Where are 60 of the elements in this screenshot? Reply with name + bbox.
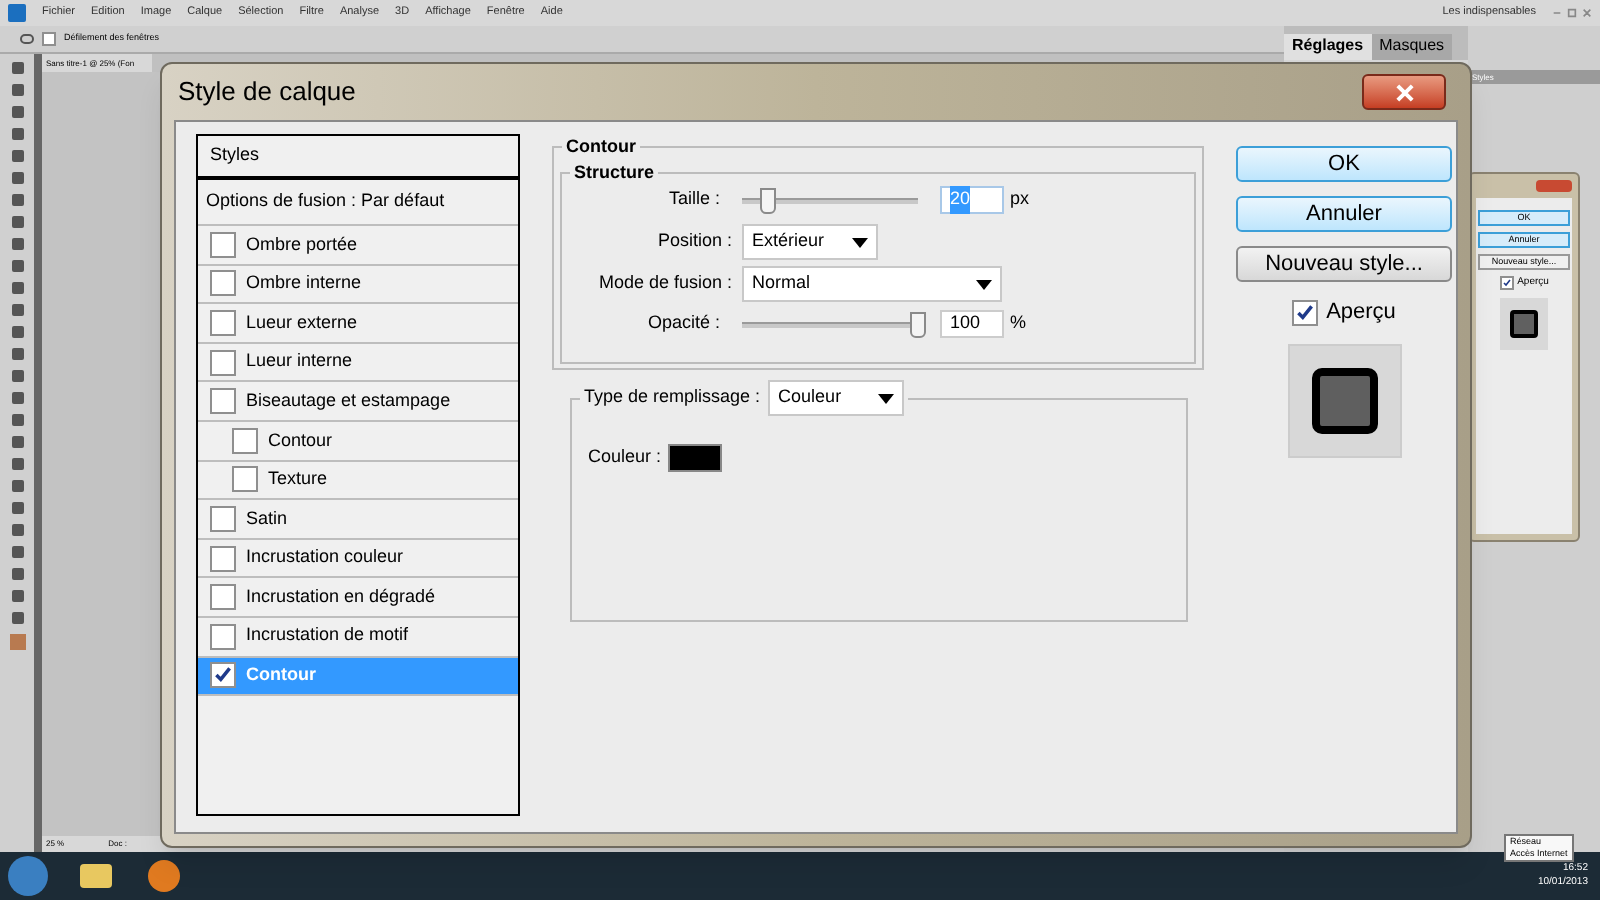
- effect-item[interactable]: Incrustation en dégradé: [198, 576, 518, 616]
- styles-header[interactable]: Styles: [198, 136, 518, 180]
- effect-item[interactable]: Lueur externe: [198, 302, 518, 342]
- panel-tab[interactable]: Réglages: [1284, 34, 1372, 60]
- effect-item[interactable]: Incrustation de motif: [198, 615, 518, 656]
- unit-label: px: [1010, 186, 1030, 213]
- close-button[interactable]: [1362, 74, 1446, 110]
- panel-tab[interactable]: Masques: [1371, 34, 1453, 60]
- window-title: Style de calque: [178, 74, 356, 111]
- caret-icon: [976, 279, 992, 289]
- slider-thumb[interactable]: [760, 187, 777, 213]
- effect-item[interactable]: Incrustation couleur: [198, 537, 518, 577]
- field-label: Couleur :: [588, 444, 662, 471]
- checkbox[interactable]: [210, 388, 236, 415]
- start-button[interactable]: [8, 856, 48, 896]
- field-label: Opacité :: [645, 310, 722, 337]
- field-label: Taille :: [666, 186, 722, 213]
- dropdown[interactable]: Couleur: [768, 380, 905, 416]
- effect-item[interactable]: Biseautage et estampage: [198, 380, 518, 420]
- app-logo-icon: [8, 4, 26, 22]
- browser-icon[interactable]: [148, 860, 180, 892]
- checkbox[interactable]: [210, 231, 236, 258]
- checkbox[interactable]: [42, 32, 56, 46]
- checkbox[interactable]: [232, 427, 258, 454]
- color-swatch[interactable]: [667, 444, 722, 472]
- field-label: Position :: [655, 228, 734, 255]
- close-icon: [1395, 83, 1413, 101]
- checkbox[interactable]: [210, 584, 236, 611]
- preview-thumbnail: [1287, 343, 1401, 457]
- dialog-button[interactable]: Annuler: [1236, 196, 1452, 232]
- checkbox[interactable]: [210, 623, 236, 650]
- checkbox[interactable]: [210, 545, 236, 572]
- field-label: Type de remplissage :: [584, 384, 761, 411]
- dropdown[interactable]: Extérieur: [742, 224, 878, 260]
- dropdown[interactable]: Normal: [742, 266, 1002, 302]
- effect-item[interactable]: Contour: [198, 419, 518, 460]
- slider-thumb[interactable]: [910, 311, 926, 337]
- checkbox[interactable]: [232, 466, 258, 493]
- field-label: Mode de fusion :: [596, 270, 734, 297]
- dialog-button[interactable]: OK: [1236, 146, 1452, 182]
- blend-options-item[interactable]: Options de fusion : Par défaut: [198, 180, 518, 224]
- effect-item[interactable]: Satin: [198, 498, 518, 538]
- caret-icon: [852, 237, 868, 247]
- checkbox[interactable]: [210, 309, 236, 336]
- preview-thumbnail: [1500, 297, 1548, 349]
- effect-item[interactable]: Lueur interne: [198, 341, 518, 381]
- caret-icon: [878, 393, 895, 403]
- checkbox[interactable]: [210, 270, 236, 297]
- checkbox[interactable]: [210, 349, 236, 376]
- checkbox[interactable]: [1499, 276, 1514, 291]
- effect-item[interactable]: Ombre portée: [198, 224, 518, 264]
- checkbox[interactable]: [1292, 299, 1319, 326]
- preview-label: Aperçu: [1326, 298, 1396, 328]
- input-field[interactable]: 100: [940, 310, 1004, 338]
- lasso-icon[interactable]: [20, 34, 34, 44]
- color-swatch-icon[interactable]: [9, 634, 25, 650]
- checkbox[interactable]: [210, 662, 236, 689]
- unit-label: %: [1010, 310, 1027, 337]
- checkbox[interactable]: [210, 505, 236, 532]
- dialog-button[interactable]: Nouveau style...: [1236, 246, 1452, 282]
